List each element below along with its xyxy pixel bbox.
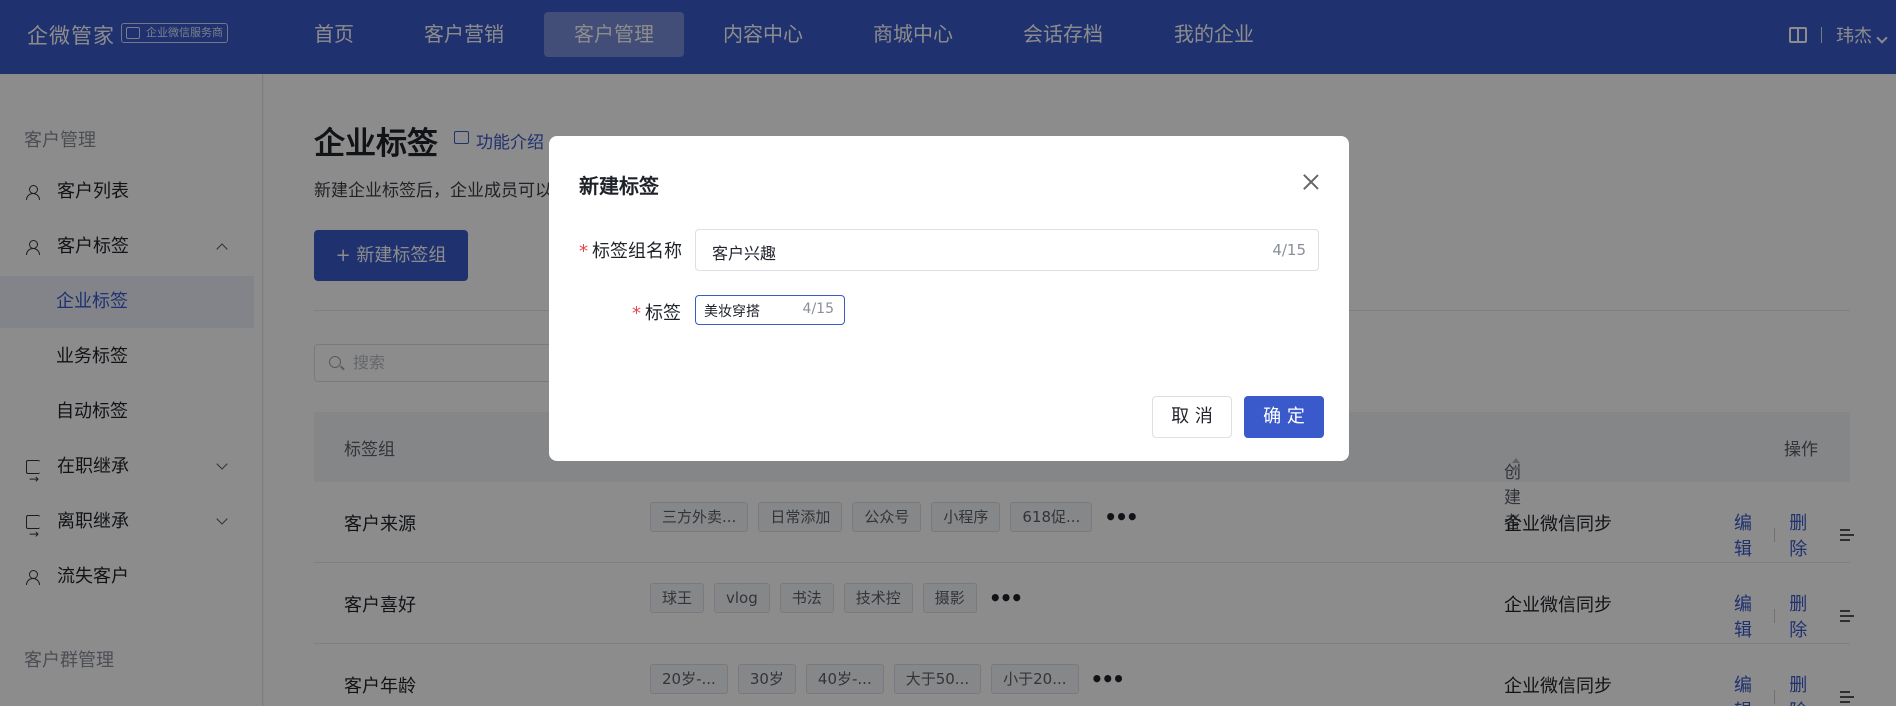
confirm-button[interactable]: 确 定	[1244, 396, 1324, 438]
group-name-field[interactable]: 客户兴趣 4/15	[695, 229, 1319, 271]
group-name-value: 客户兴趣	[712, 244, 777, 263]
tag-value: 美妆穿搭	[704, 304, 760, 320]
required-mark: *	[579, 241, 588, 262]
char-counter: 4/15	[1272, 241, 1306, 259]
dialog-title: 新建标签	[579, 174, 659, 198]
required-mark: *	[632, 303, 641, 324]
cancel-button[interactable]: 取 消	[1152, 396, 1232, 438]
tag-input[interactable]: 美妆穿搭 4/15	[695, 295, 845, 325]
new-tag-dialog: 新建标签 * 标签组名称 客户兴趣 4/15 * 标签 美妆穿搭 4/15 取 消 …	[549, 136, 1349, 461]
char-counter: 4/15	[802, 301, 834, 317]
group-name-label: * 标签组名称	[579, 241, 682, 262]
tag-label: * 标签	[632, 303, 681, 324]
close-icon[interactable]	[1303, 174, 1319, 190]
